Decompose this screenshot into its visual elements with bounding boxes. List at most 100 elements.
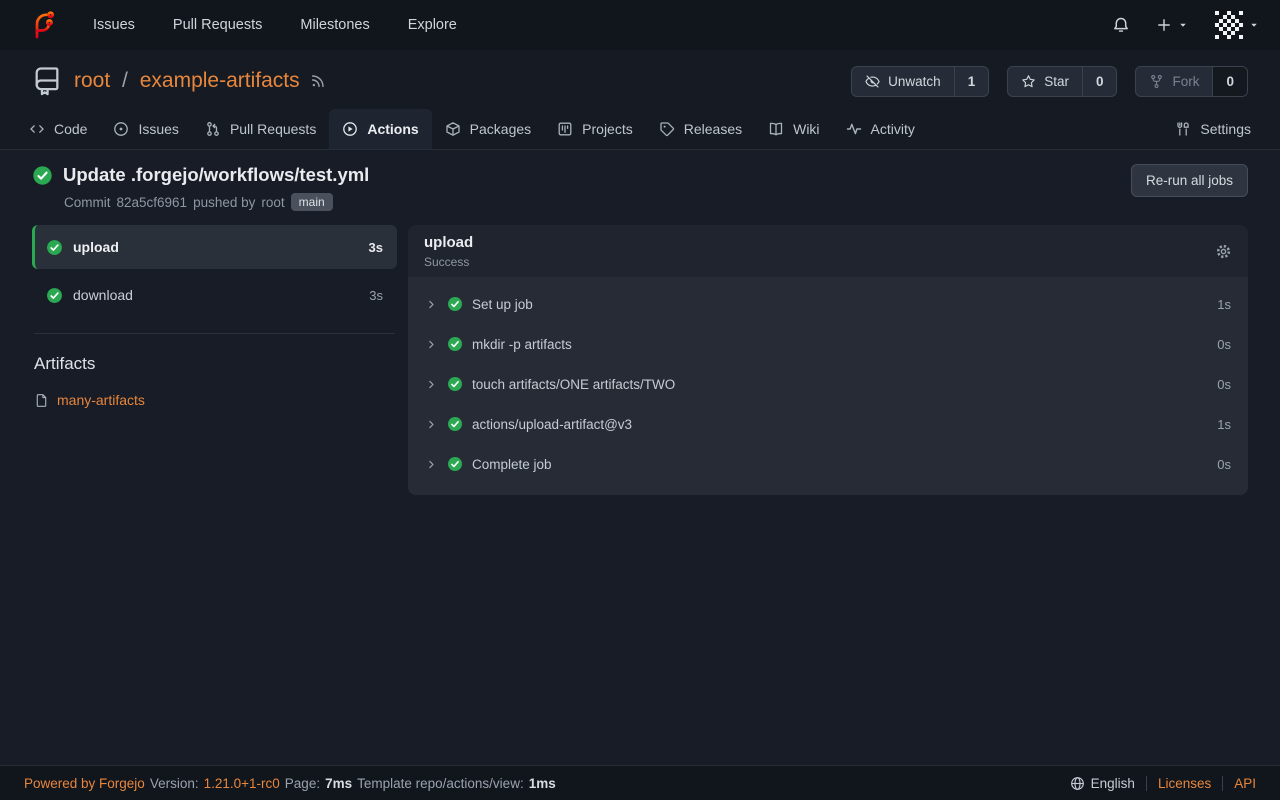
nav-link-pull-requests[interactable]: Pull Requests xyxy=(154,17,281,33)
chevron-right-icon xyxy=(425,298,438,311)
tools-icon xyxy=(1175,121,1191,137)
artifact-download-link[interactable]: many-artifacts xyxy=(57,392,145,408)
language-selector[interactable]: English xyxy=(1070,776,1135,791)
api-link[interactable]: API xyxy=(1234,776,1256,791)
check-circle-icon xyxy=(447,456,463,472)
template-time-value: 1ms xyxy=(529,776,556,791)
check-circle-icon xyxy=(447,376,463,392)
issue-circle-icon xyxy=(113,121,129,137)
run-commit-line: Commit 82a5cf6961 pushed by root main xyxy=(64,193,369,211)
step-row[interactable]: touch artifacts/ONE artifacts/TWO 0s xyxy=(408,364,1248,404)
tab-code[interactable]: Code xyxy=(16,109,100,149)
step-row[interactable]: Complete job 0s xyxy=(408,444,1248,484)
gear-icon[interactable] xyxy=(1215,243,1232,260)
repo-breadcrumb: root / example-artifacts xyxy=(74,69,300,93)
unwatch-button[interactable]: Unwatch xyxy=(852,67,954,96)
step-duration: 1s xyxy=(1217,417,1231,432)
job-item-upload[interactable]: upload 3s xyxy=(32,225,397,269)
repo-tabs: Code Issues Pull Requests Actions Packag… xyxy=(0,109,1280,149)
watchers-count[interactable]: 1 xyxy=(954,67,989,96)
check-circle-icon xyxy=(447,336,463,352)
run-success-check-icon xyxy=(32,165,53,186)
unwatch-button-group: Unwatch 1 xyxy=(851,66,989,97)
tab-pull-requests[interactable]: Pull Requests xyxy=(192,109,329,149)
step-row[interactable]: mkdir -p artifacts 0s xyxy=(408,324,1248,364)
repo-owner-link[interactable]: root xyxy=(74,69,110,92)
job-duration: 3s xyxy=(369,288,383,303)
artifact-item[interactable]: many-artifacts xyxy=(32,392,397,408)
step-duration: 0s xyxy=(1217,377,1231,392)
job-status-text: Success xyxy=(424,255,473,269)
branch-badge[interactable]: main xyxy=(291,193,333,211)
package-icon xyxy=(445,121,461,137)
star-icon xyxy=(1021,74,1036,89)
chevron-right-icon xyxy=(425,418,438,431)
page-time-value: 7ms xyxy=(325,776,352,791)
tab-issues[interactable]: Issues xyxy=(100,109,191,149)
step-duration: 0s xyxy=(1217,457,1231,472)
user-avatar-identicon xyxy=(1215,11,1243,39)
commit-author-link[interactable]: root xyxy=(261,195,284,210)
play-circle-icon xyxy=(342,121,358,137)
divider xyxy=(1222,776,1223,791)
tag-icon xyxy=(659,121,675,137)
step-row[interactable]: actions/upload-artifact@v3 1s xyxy=(408,404,1248,444)
forks-count[interactable]: 0 xyxy=(1212,67,1247,96)
chevron-right-icon xyxy=(425,338,438,351)
forgejo-logo[interactable] xyxy=(28,10,58,40)
repo-name-link[interactable]: example-artifacts xyxy=(140,69,300,92)
job-detail-panel: upload Success Set up job 1s mkdir -p ar… xyxy=(408,225,1248,495)
project-board-icon xyxy=(557,121,573,137)
fork-button: Fork xyxy=(1136,67,1212,96)
file-icon xyxy=(34,393,49,408)
check-circle-icon xyxy=(447,416,463,432)
nav-link-issues[interactable]: Issues xyxy=(74,17,154,33)
chevron-right-icon xyxy=(425,458,438,471)
nav-link-milestones[interactable]: Milestones xyxy=(281,17,388,33)
top-navbar: Issues Pull Requests Milestones Explore xyxy=(0,0,1280,50)
tab-wiki[interactable]: Wiki xyxy=(755,109,832,149)
nav-link-explore[interactable]: Explore xyxy=(389,17,476,33)
tab-actions[interactable]: Actions xyxy=(329,109,431,149)
licenses-link[interactable]: Licenses xyxy=(1158,776,1211,791)
step-duration: 0s xyxy=(1217,337,1231,352)
job-detail-header: upload Success xyxy=(408,225,1248,277)
commit-hash-link[interactable]: 82a5cf6961 xyxy=(117,195,188,210)
step-row[interactable]: Set up job 1s xyxy=(408,284,1248,324)
chevron-down-icon xyxy=(1248,19,1260,31)
run-title: Update .forgejo/workflows/test.yml xyxy=(63,164,369,186)
tab-settings[interactable]: Settings xyxy=(1162,109,1264,149)
tab-projects[interactable]: Projects xyxy=(544,109,646,149)
actions-run-view: Update .forgejo/workflows/test.yml Commi… xyxy=(0,150,1280,765)
rerun-all-jobs-button[interactable]: Re-run all jobs xyxy=(1131,164,1248,197)
rss-feed-icon[interactable] xyxy=(310,73,326,89)
create-new-menu[interactable] xyxy=(1156,17,1189,33)
tab-packages[interactable]: Packages xyxy=(432,109,544,149)
tab-releases[interactable]: Releases xyxy=(646,109,755,149)
chevron-right-icon xyxy=(425,378,438,391)
fork-button-group: Fork 0 xyxy=(1135,66,1248,97)
page-footer: Powered by Forgejo Version: 1.21.0+1-rc0… xyxy=(0,765,1280,800)
check-circle-icon xyxy=(447,296,463,312)
git-pull-request-icon xyxy=(205,121,221,137)
user-menu[interactable] xyxy=(1215,11,1260,39)
book-icon xyxy=(768,121,784,137)
globe-icon xyxy=(1070,776,1085,791)
template-time-label: Template repo/actions/view: xyxy=(357,776,524,791)
job-list-sidebar: upload 3s download 3s Artifacts many-art… xyxy=(32,225,397,495)
job-duration: 3s xyxy=(369,240,383,255)
powered-by-link[interactable]: Powered by Forgejo xyxy=(24,776,145,791)
check-circle-icon xyxy=(46,239,63,256)
job-item-download[interactable]: download 3s xyxy=(32,273,397,317)
chevron-down-icon xyxy=(1177,19,1189,31)
tab-activity[interactable]: Activity xyxy=(833,109,928,149)
code-icon xyxy=(29,121,45,137)
notifications-bell-icon[interactable] xyxy=(1112,16,1130,34)
star-button[interactable]: Star xyxy=(1008,67,1082,96)
version-link[interactable]: 1.21.0+1-rc0 xyxy=(204,776,280,791)
star-button-group: Star 0 xyxy=(1007,66,1117,97)
plus-icon xyxy=(1156,17,1172,33)
stars-count[interactable]: 0 xyxy=(1082,67,1117,96)
artifacts-heading: Artifacts xyxy=(32,354,397,374)
job-detail-name: upload xyxy=(424,234,473,251)
